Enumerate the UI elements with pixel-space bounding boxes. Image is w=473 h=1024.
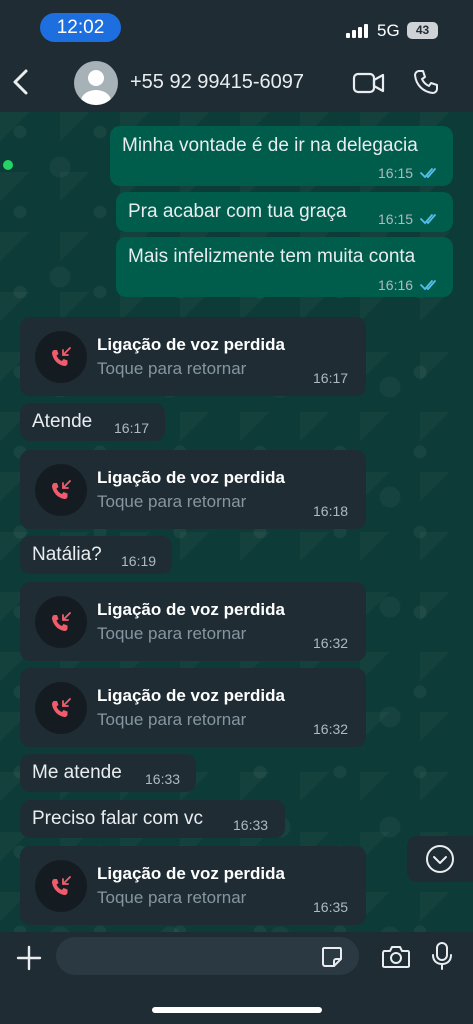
status-bar: 12:02 5G 43 [0,0,473,54]
call-title: Ligação de voz perdida [97,335,285,354]
message-input[interactable] [56,937,359,975]
chat-header: +55 92 99415-6097 [0,54,473,112]
incoming-message[interactable]: Preciso falar com vc 16:33 [20,800,285,838]
message-time: 16:33 [145,771,181,787]
outgoing-message[interactable]: Pra acabar com tua graça 16:15 [116,192,453,232]
call-subtitle: Toque para retornar [97,710,247,729]
missed-call-icon [35,860,87,912]
contact-name[interactable]: +55 92 99415-6097 [130,71,304,94]
double-check-icon [420,214,436,225]
call-subtitle: Toque para retornar [97,624,247,643]
message-time: 16:15 [378,211,414,227]
message-text: Natália? [32,544,102,565]
missed-call-icon [35,682,87,734]
contact-avatar[interactable] [74,61,118,105]
outgoing-message[interactable]: Mais infelizmente tem muita conta 16:16 [116,237,453,297]
message-time: 16:15 [378,165,414,181]
message-time: 16:16 [378,277,414,293]
scroll-to-bottom-button[interactable] [407,836,473,882]
incoming-message[interactable]: Me atende 16:33 [20,754,196,792]
missed-call-card[interactable]: Ligação de voz perdida Toque para retorn… [20,668,366,747]
battery-indicator: 43 [407,22,438,39]
message-text: Pra acabar com tua graça [128,201,347,222]
double-check-icon [420,280,436,291]
call-subtitle: Toque para retornar [97,359,247,378]
message-text: Preciso falar com vc [32,808,204,829]
missed-call-icon [35,331,87,383]
signal-strength-icon [346,22,370,38]
incoming-message[interactable]: Natália? 16:19 [20,536,172,574]
message-text: Minha vontade é de ir na delegacia [122,135,418,156]
message-time: 16:19 [121,553,157,569]
message-text: Mais infelizmente tem muita conta [128,246,416,267]
call-subtitle: Toque para retornar [97,492,247,511]
incoming-message[interactable]: Atende 16:17 [20,403,165,441]
home-indicator [152,1007,322,1013]
call-title: Ligação de voz perdida [97,864,285,883]
missed-call-card[interactable]: Ligação de voz perdida Toque para retorn… [20,582,366,661]
call-time: 16:32 [313,721,349,737]
call-title: Ligação de voz perdida [97,686,285,705]
missed-call-card[interactable]: Ligação de voz perdida Toque para retorn… [20,846,366,925]
missed-call-icon [35,596,87,648]
chevron-down-circle-icon [426,845,454,873]
sticker-icon[interactable] [320,945,344,969]
call-time: 16:35 [313,899,349,915]
status-time: 12:02 [40,13,121,42]
video-call-icon[interactable] [352,70,386,96]
network-type: 5G [377,21,400,40]
call-time: 16:18 [313,503,349,519]
call-time: 16:17 [313,370,349,386]
missed-call-card[interactable]: Ligação de voz perdida Toque para retorn… [20,450,366,529]
message-text: Me atende [32,762,122,783]
call-title: Ligação de voz perdida [97,600,285,619]
message-text: Atende [32,411,93,432]
call-title: Ligação de voz perdida [97,468,285,487]
default-avatar-icon [81,70,111,105]
message-input-bar [0,932,473,1024]
back-chevron-icon[interactable] [8,66,34,98]
microphone-icon[interactable] [431,941,453,971]
chat-area[interactable]: Minha vontade é de ir na delegacia 16:15… [0,112,473,932]
call-time: 16:32 [313,635,349,651]
message-time: 16:33 [233,817,269,833]
call-subtitle: Toque para retornar [97,888,247,907]
double-check-icon [420,168,436,179]
online-indicator [3,160,13,170]
camera-icon[interactable] [381,944,411,970]
message-time: 16:17 [114,420,150,436]
phone-icon[interactable] [412,68,440,96]
missed-call-icon [35,464,87,516]
missed-call-card[interactable]: Ligação de voz perdida Toque para retorn… [20,317,366,396]
outgoing-message[interactable]: Minha vontade é de ir na delegacia 16:15 [110,126,453,186]
plus-icon[interactable] [16,945,42,971]
